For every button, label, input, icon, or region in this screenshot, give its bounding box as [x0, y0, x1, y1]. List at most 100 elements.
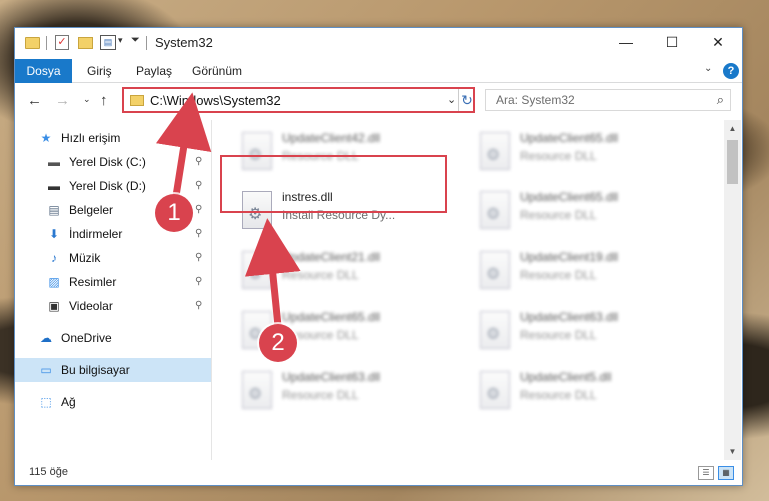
- address-bar[interactable]: C:\Windows\System32 ⌄ ↻: [122, 87, 475, 113]
- details-view-icon[interactable]: ☰: [698, 466, 714, 480]
- sidebar-item-label: Hızlı erişim: [61, 131, 121, 145]
- dll-file-icon: ⚙: [480, 311, 510, 349]
- tab-home[interactable]: Giriş: [87, 59, 112, 83]
- recent-locations-icon[interactable]: ⌄: [83, 94, 91, 105]
- file-name: UpdateClient19.dll: [520, 250, 619, 264]
- pin-icon[interactable]: ⚲: [195, 246, 202, 270]
- drive-icon: ▬: [48, 179, 60, 193]
- file-name: UpdateClient65.dll: [520, 131, 619, 145]
- sidebar-item-videos[interactable]: ▣ Videolar ⚲: [15, 294, 211, 318]
- sidebar-item-network[interactable]: ⬚ Ağ: [15, 390, 211, 414]
- file-type: Resource DLL: [282, 388, 359, 402]
- separator: [46, 36, 47, 50]
- customize-toolbar-icon[interactable]: ⏷: [131, 34, 140, 47]
- music-icon: ♪: [51, 251, 57, 265]
- file-name: UpdateClient42.dll: [282, 131, 381, 145]
- address-path[interactable]: C:\Windows\System32: [150, 93, 281, 108]
- search-icon[interactable]: ⌕: [717, 92, 724, 108]
- new-folder-icon[interactable]: [78, 37, 93, 49]
- tab-file[interactable]: Dosya: [15, 59, 72, 83]
- file-type: Resource DLL: [520, 388, 597, 402]
- navigation-bar: ← → ⌄ ↑ C:\Windows\System32 ⌄ ↻ Ara: Sys…: [15, 84, 742, 118]
- network-icon: ⬚: [40, 395, 52, 409]
- file-item[interactable]: ⚙ UpdateClient63.dll Resource DLL: [474, 307, 694, 357]
- file-name: UpdateClient21.dll: [282, 250, 381, 264]
- expand-ribbon-icon[interactable]: ⌄: [704, 63, 712, 74]
- file-item[interactable]: ⚙ UpdateClient63.dll Resource DLL: [236, 367, 456, 417]
- window-title: System32: [155, 35, 213, 50]
- file-item[interactable]: ⚙ UpdateClient65.dll Resource DLL: [474, 128, 694, 178]
- minimize-button[interactable]: —: [603, 28, 649, 57]
- scroll-thumb[interactable]: [727, 140, 738, 184]
- large-icons-view-icon[interactable]: ▦: [718, 466, 734, 480]
- forward-button[interactable]: →: [55, 92, 70, 109]
- rename-icon[interactable]: ▤: [100, 35, 116, 50]
- sidebar-item-this-pc[interactable]: ▭ Bu bilgisayar: [15, 358, 211, 382]
- refresh-icon[interactable]: ↻: [458, 89, 475, 111]
- file-item[interactable]: ⚙ UpdateClient19.dll Resource DLL: [474, 247, 694, 297]
- up-button[interactable]: ↑: [100, 92, 108, 109]
- sidebar-item-quick-access[interactable]: ★ Hızlı erişim: [15, 126, 211, 150]
- sidebar-item-label: OneDrive: [61, 331, 112, 345]
- pin-icon[interactable]: ⚲: [195, 294, 202, 318]
- separator: [146, 36, 147, 50]
- ribbon-tabs: Dosya Giriş Paylaş Görünüm ⌄ ?: [15, 59, 742, 83]
- pin-icon[interactable]: ⚲: [195, 174, 202, 198]
- cloud-icon: ☁: [40, 331, 52, 345]
- drive-icon: ▬: [48, 155, 60, 169]
- file-type: Resource DLL: [520, 208, 597, 222]
- tab-view[interactable]: Görünüm: [192, 59, 242, 83]
- pin-icon[interactable]: ⚲: [195, 150, 202, 174]
- dll-file-icon: ⚙: [242, 371, 272, 409]
- step-2-badge: 2: [259, 324, 297, 362]
- search-input[interactable]: Ara: System32 ⌕: [485, 89, 731, 111]
- status-bar: 115 öğe ☰ ▦: [15, 461, 742, 485]
- sidebar-item-label: Resimler: [69, 275, 117, 289]
- file-item[interactable]: ⚙ UpdateClient5.dll Resource DLL: [474, 367, 694, 417]
- file-type: Resource DLL: [520, 328, 597, 342]
- sidebar-item-label: İndirmeler: [69, 227, 123, 241]
- dll-file-icon: ⚙: [480, 132, 510, 170]
- tab-share[interactable]: Paylaş: [136, 59, 172, 83]
- computer-icon: ▭: [40, 363, 52, 377]
- help-icon[interactable]: ?: [723, 63, 739, 79]
- file-type: Resource DLL: [520, 268, 597, 282]
- close-button[interactable]: ✕: [695, 28, 741, 57]
- dll-file-icon: ⚙: [480, 251, 510, 289]
- file-name: UpdateClient65.dll: [282, 310, 381, 324]
- vertical-scrollbar[interactable]: ▲ ▼: [724, 120, 741, 460]
- sidebar-item-pictures[interactable]: ▨ Resimler ⚲: [15, 270, 211, 294]
- file-item[interactable]: ⚙ UpdateClient21.dll Resource DLL: [236, 247, 456, 297]
- sidebar-item-local-disk-d[interactable]: ▬ Yerel Disk (D:) ⚲: [15, 174, 211, 198]
- step-1-badge: 1: [155, 194, 193, 232]
- item-count: 115 öğe: [29, 466, 68, 478]
- video-icon: ▣: [48, 299, 60, 313]
- scroll-down-icon[interactable]: ▼: [724, 443, 741, 460]
- star-icon: ★: [40, 131, 52, 145]
- address-dropdown-icon[interactable]: ⌄: [447, 93, 456, 106]
- properties-check-icon[interactable]: ✓: [55, 35, 69, 50]
- folder-icon: [130, 95, 144, 106]
- document-icon: ▤: [48, 203, 60, 217]
- dll-file-icon: ⚙: [242, 251, 272, 289]
- quick-access-dropdown-icon[interactable]: ▾: [118, 35, 123, 46]
- dll-file-icon: ⚙: [480, 191, 510, 229]
- pin-icon[interactable]: ⚲: [195, 198, 202, 222]
- sidebar-item-onedrive[interactable]: ☁ OneDrive: [15, 326, 211, 350]
- file-item[interactable]: ⚙ UpdateClient65.dll Resource DLL: [474, 187, 694, 237]
- download-icon: ⬇: [48, 227, 60, 241]
- file-explorer-window: ✓ ▤ ▾ ⏷ System32 — ☐ ✕ Dosya Giriş Payla…: [14, 27, 743, 486]
- folder-icon: [25, 37, 40, 49]
- sidebar-item-label: Yerel Disk (C:): [69, 155, 146, 169]
- navigation-pane: ★ Hızlı erişim ▬ Yerel Disk (C:) ⚲ ▬ Yer…: [15, 120, 211, 460]
- highlight-instres-file: [220, 155, 447, 213]
- sidebar-item-local-disk-c[interactable]: ▬ Yerel Disk (C:) ⚲: [15, 150, 211, 174]
- maximize-button[interactable]: ☐: [649, 28, 695, 57]
- scroll-up-icon[interactable]: ▲: [724, 120, 741, 137]
- file-name: UpdateClient5.dll: [520, 370, 612, 384]
- back-button[interactable]: ←: [27, 92, 42, 109]
- sidebar-item-label: Bu bilgisayar: [61, 363, 130, 377]
- sidebar-item-music[interactable]: ♪ Müzik ⚲: [15, 246, 211, 270]
- pin-icon[interactable]: ⚲: [195, 270, 202, 294]
- pin-icon[interactable]: ⚲: [195, 222, 202, 246]
